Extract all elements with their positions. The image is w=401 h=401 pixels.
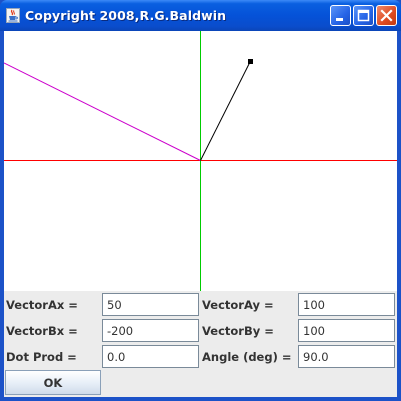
angle-field[interactable] [298,345,395,368]
vector-form: VectorAx = VectorAy = VectorBx = VectorB… [4,291,397,371]
dot-product-label: Dot Prod = [6,350,77,364]
minimize-icon [336,18,343,21]
vector-ay-label: VectorAy = [202,298,274,312]
minimize-button[interactable] [330,5,351,26]
vector-ax-field[interactable] [102,293,199,316]
vector-canvas [4,31,397,291]
vector-ay-field[interactable] [298,293,395,316]
vector-a-head [248,59,253,64]
java-cup-icon [6,8,20,23]
vector-by-label: VectorBy = [202,324,274,338]
window-title: Copyright 2008,R.G.Baldwin [25,8,227,23]
close-button[interactable] [376,5,397,26]
ok-button[interactable]: OK [5,370,101,395]
maximize-button[interactable] [353,5,374,26]
title-bar[interactable]: Copyright 2008,R.G.Baldwin [0,0,401,31]
vector-bx-label: VectorBx = [6,324,78,338]
app-window: Copyright 2008,R.G.Baldwin VectorAx = 50… [0,0,401,401]
angle-label: Angle (deg) = [202,350,292,364]
vector-bx-field[interactable] [102,319,199,342]
content-pane: VectorAx = VectorAy = VectorBx = VectorB… [4,31,397,397]
vector-ax-label: VectorAx = [6,298,78,312]
close-icon [380,9,393,22]
vector-by-field[interactable] [298,319,395,342]
maximize-icon [357,9,370,22]
dot-product-field[interactable] [102,345,199,368]
